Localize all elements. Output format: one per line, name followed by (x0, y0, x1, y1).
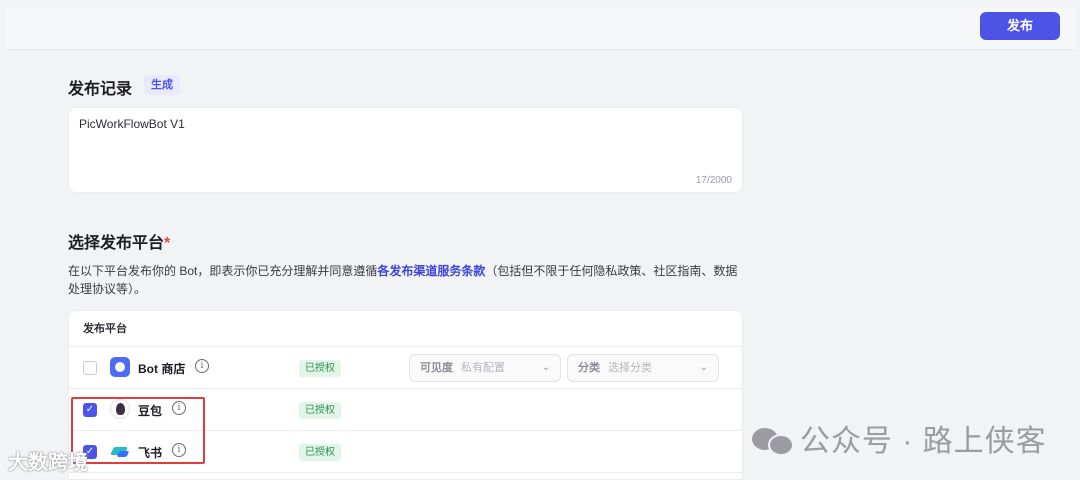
category-select[interactable]: 分类 选择分类 ⌄ (567, 354, 719, 382)
publish-record-title: 发布记录 (68, 81, 133, 98)
status-badge: 已授权 (299, 360, 341, 377)
publish-record-textarea[interactable]: PicWorkFlowBot V1 17/2000 (68, 107, 743, 193)
wechat-watermark: 公众号 · 路上侠客 (752, 416, 1047, 460)
table-header: 发布平台 (69, 311, 742, 347)
wechat-icon (752, 426, 794, 456)
bot-store-icon (110, 357, 130, 377)
visibility-value: 私有配置 (461, 362, 505, 374)
required-mark: * (164, 235, 171, 252)
visibility-select[interactable]: 可见度 私有配置 ⌄ (409, 354, 561, 382)
terms-description: 在以下平台发布你的 Bot，即表示你已充分理解并同意遵循各发布渠道服务条款（包括… (68, 262, 748, 298)
textarea-value: PicWorkFlowBot V1 (79, 117, 185, 131)
category-label: 分类 (578, 362, 600, 374)
category-placeholder: 选择分类 (608, 362, 652, 374)
terms-link[interactable]: 各发布渠道服务条款 (377, 264, 485, 278)
generate-tag-button[interactable]: 生成 (144, 75, 180, 95)
publish-button[interactable]: 发布 (980, 12, 1060, 40)
top-bar: 发布 (6, 8, 1076, 50)
info-icon[interactable]: i (195, 359, 209, 373)
select-platform-title: 选择发布平台* (68, 229, 170, 253)
status-badge: 已授权 (299, 402, 341, 419)
table-row-bot-store: Bot 商店 i 已授权 可见度 私有配置 ⌄ 分类 选择分类 ⌄ (69, 347, 742, 389)
terms-prefix: 在以下平台发布你的 Bot，即表示你已充分理解并同意遵循 (68, 264, 378, 278)
corner-watermark: 大数跨境 (8, 452, 88, 474)
platform-name: Bot 商店 (138, 362, 186, 376)
watermark-text: 公众号 · 路上侠客 (800, 425, 1047, 458)
chevron-down-icon: ⌄ (699, 362, 708, 373)
visibility-label: 可见度 (420, 362, 453, 374)
chevron-down-icon: ⌄ (541, 362, 550, 373)
char-count: 17/2000 (695, 175, 732, 186)
select-platform-label: 选择发布平台 (68, 235, 165, 252)
status-badge: 已授权 (299, 444, 341, 461)
bot-store-checkbox[interactable] (83, 361, 97, 375)
highlight-box (71, 397, 205, 464)
